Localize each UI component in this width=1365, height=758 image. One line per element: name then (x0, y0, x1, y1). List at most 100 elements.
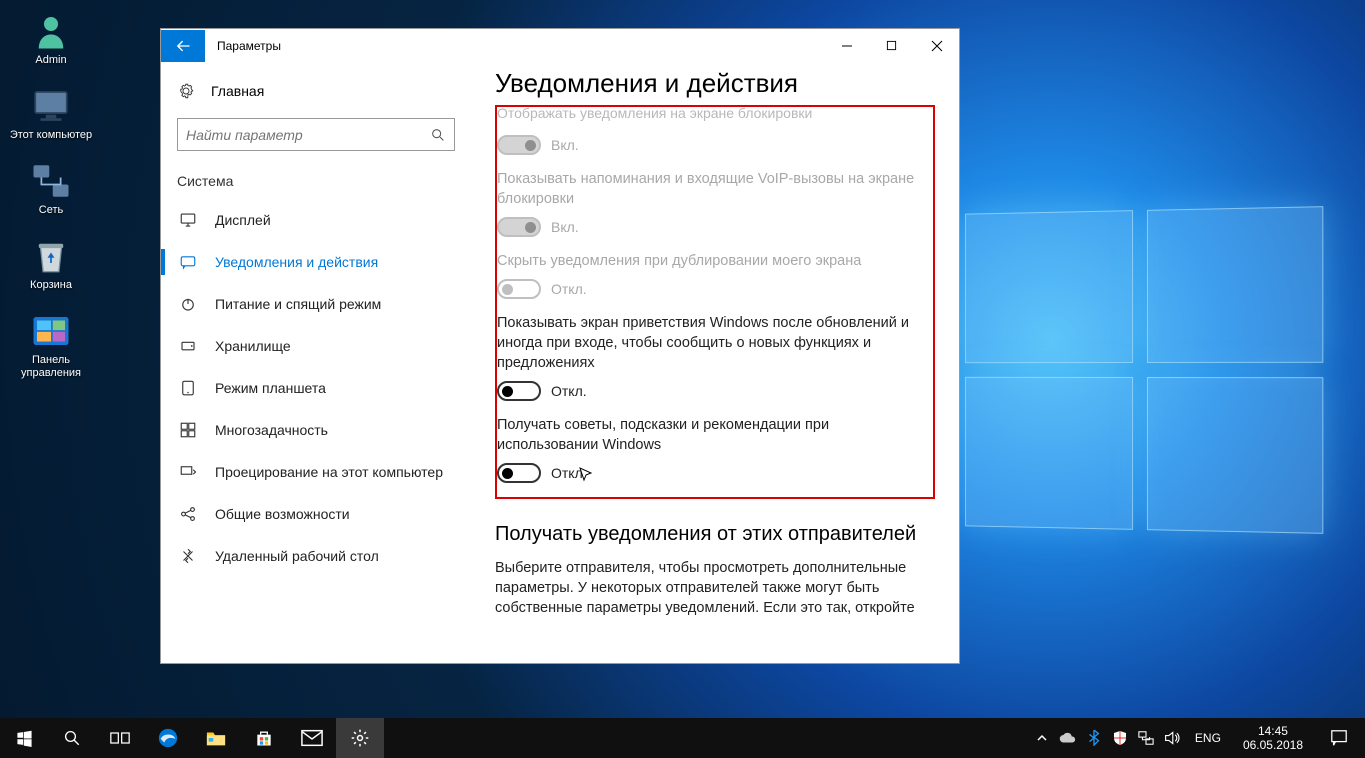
desktop-icon-label: Этот компьютер (10, 129, 92, 142)
close-button[interactable] (914, 30, 959, 62)
content-area: Уведомления и действия Отображать уведом… (471, 62, 959, 663)
setting-label: Скрыть уведомления при дублировании моег… (497, 251, 925, 271)
tray-bluetooth[interactable] (1085, 729, 1103, 747)
toggle-state: Откл. (551, 383, 587, 399)
tray-network[interactable] (1137, 729, 1155, 747)
setting-label: Показывать напоминания и входящие VoIP-в… (497, 169, 925, 209)
desktop-icon-label: Admin (35, 54, 66, 67)
sidebar-item-remote[interactable]: Удаленный рабочий стол (161, 535, 471, 577)
taskbar-mail[interactable] (288, 718, 336, 758)
sidebar-item-label: Уведомления и действия (215, 254, 378, 270)
sidebar-item-label: Режим планшета (215, 380, 326, 396)
display-icon (179, 211, 197, 229)
taskbar-taskview[interactable] (96, 718, 144, 758)
desktop-icon-network[interactable]: Сеть (6, 160, 96, 217)
tray-volume[interactable] (1163, 729, 1181, 747)
sidebar-item-projecting[interactable]: Проецирование на этот компьютер (161, 451, 471, 493)
sidebar-section-title: Система (161, 167, 471, 199)
network-icon (1138, 730, 1154, 746)
taskbar-settings[interactable] (336, 718, 384, 758)
shared-icon (179, 505, 197, 523)
toggle-tips[interactable] (497, 463, 541, 483)
search-input[interactable] (186, 127, 430, 143)
toggle-welcome-screen[interactable] (497, 381, 541, 401)
toggle-voip-reminders (497, 217, 541, 237)
tablet-icon (179, 379, 197, 397)
setting-hide-duplicating: Скрыть уведомления при дублировании моег… (497, 251, 925, 299)
maximize-button[interactable] (869, 30, 914, 62)
settings-window: Параметры Главная Система (160, 28, 960, 664)
clock-time: 14:45 (1243, 724, 1303, 738)
network-icon (30, 160, 72, 202)
sidebar-item-storage[interactable]: Хранилище (161, 325, 471, 367)
sidebar-item-shared[interactable]: Общие возможности (161, 493, 471, 535)
desktop-icon-control-panel[interactable]: Панель управления (6, 310, 96, 380)
remote-desktop-icon (179, 547, 197, 565)
storage-icon (179, 337, 197, 355)
page-title: Уведомления и действия (495, 68, 935, 99)
control-panel-icon (30, 310, 72, 352)
setting-welcome-screen: Показывать экран приветствия Windows пос… (497, 313, 925, 401)
user-folder-icon (30, 10, 72, 52)
desktop-icon-this-pc[interactable]: Этот компьютер (6, 85, 96, 142)
computer-icon (30, 85, 72, 127)
setting-label: Показывать экран приветствия Windows пос… (497, 313, 925, 373)
window-title: Параметры (217, 39, 281, 53)
sidebar: Главная Система Дисплей Уведомления и де… (161, 62, 471, 663)
projecting-icon (179, 463, 197, 481)
tray-chevron[interactable] (1033, 729, 1051, 747)
search-box[interactable] (177, 118, 455, 151)
start-button[interactable] (0, 718, 48, 758)
multitasking-icon (179, 421, 197, 439)
desktop-icons: Admin Этот компьютер Сеть Корзина Панель… (6, 10, 96, 380)
taskbar-edge[interactable] (144, 718, 192, 758)
search-icon (63, 729, 81, 747)
tray-onedrive[interactable] (1059, 729, 1077, 747)
tray-clock[interactable]: 14:45 06.05.2018 (1235, 724, 1311, 752)
taskview-icon (110, 730, 130, 746)
taskbar-explorer[interactable] (192, 718, 240, 758)
toggle-hide-duplicating (497, 279, 541, 299)
tray-language[interactable]: ENG (1189, 731, 1227, 745)
sidebar-item-tablet[interactable]: Режим планшета (161, 367, 471, 409)
windows-icon (16, 730, 33, 747)
tray-action-center[interactable] (1319, 718, 1359, 758)
sidebar-item-multitasking[interactable]: Многозадачность (161, 409, 471, 451)
desktop-icon-label: Панель управления (6, 354, 96, 380)
setting-tips: Получать советы, подсказки и рекомендаци… (497, 415, 925, 483)
truncated-setting-label: Отображать уведомления на экране блокиро… (497, 105, 925, 121)
taskbar-store[interactable] (240, 718, 288, 758)
maximize-icon (886, 40, 897, 51)
highlighted-settings-box: Отображать уведомления на экране блокиро… (495, 105, 935, 499)
volume-icon (1164, 730, 1180, 746)
search-icon (430, 127, 446, 143)
close-icon (931, 40, 943, 52)
sidebar-item-label: Удаленный рабочий стол (215, 548, 379, 564)
taskbar-search[interactable] (48, 718, 96, 758)
bluetooth-icon (1088, 730, 1100, 746)
sidebar-item-label: Общие возможности (215, 506, 350, 522)
sidebar-item-label: Многозадачность (215, 422, 328, 438)
toggle-state: Вкл. (551, 219, 579, 235)
minimize-icon (841, 40, 853, 52)
sidebar-home[interactable]: Главная (161, 74, 471, 108)
minimize-button[interactable] (824, 30, 869, 62)
mail-icon (301, 729, 323, 747)
notifications-icon (179, 253, 197, 271)
setting-lockscreen-notifications: Вкл. (497, 135, 925, 155)
setting-voip-reminders: Показывать напоминания и входящие VoIP-в… (497, 169, 925, 237)
sidebar-item-label: Дисплей (215, 212, 271, 228)
titlebar: Параметры (161, 29, 959, 62)
sidebar-item-label: Питание и спящий режим (215, 296, 381, 312)
tray-security[interactable] (1111, 729, 1129, 747)
edge-icon (157, 727, 179, 749)
desktop-icon-admin[interactable]: Admin (6, 10, 96, 67)
sidebar-item-notifications[interactable]: Уведомления и действия (161, 241, 471, 283)
action-center-icon (1330, 729, 1348, 747)
gear-icon (177, 82, 195, 100)
desktop-icon-recycle-bin[interactable]: Корзина (6, 235, 96, 292)
sidebar-item-display[interactable]: Дисплей (161, 199, 471, 241)
back-button[interactable] (161, 30, 205, 62)
sidebar-item-power[interactable]: Питание и спящий режим (161, 283, 471, 325)
onedrive-icon (1059, 731, 1077, 745)
